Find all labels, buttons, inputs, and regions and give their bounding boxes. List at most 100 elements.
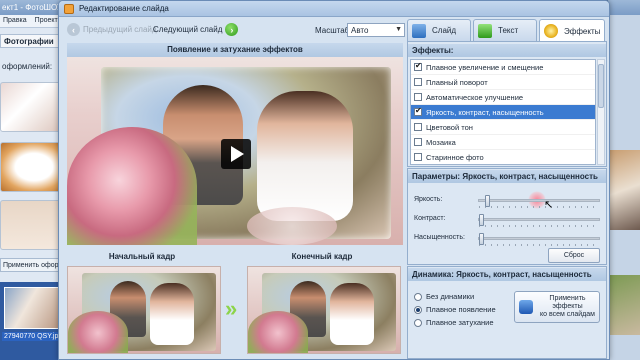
slide-preview[interactable] bbox=[67, 57, 403, 245]
end-frame-thumbnail[interactable] bbox=[247, 266, 401, 354]
parameters-panel: Параметры: Яркость, контраст, насыщеннос… bbox=[407, 168, 607, 265]
dialog-titlebar[interactable]: Редактирование слайда bbox=[59, 1, 609, 17]
start-frame-thumbnail[interactable] bbox=[67, 266, 221, 354]
tab-slide[interactable]: Слайд bbox=[407, 19, 471, 41]
flower-decoration bbox=[247, 207, 337, 245]
effect-checkbox[interactable] bbox=[414, 93, 422, 101]
apply-all-icon bbox=[519, 300, 533, 314]
effect-item-brightness-contrast[interactable]: Яркость, контраст, насыщенность bbox=[411, 105, 595, 120]
effect-item-mosaic[interactable]: Мозаика bbox=[411, 135, 595, 150]
previous-slide-label: Предыдущий слайд bbox=[83, 25, 157, 34]
edit-slide-dialog: Редактирование слайда ‹ Предыдущий слайд… bbox=[58, 0, 610, 360]
dynamics-header: Динамика: Яркость, контраст, насыщенност… bbox=[408, 268, 606, 281]
chevron-down-icon: ▼ bbox=[395, 26, 402, 33]
effect-label: Плавное увеличение и смещение bbox=[426, 62, 544, 72]
effect-item-hue[interactable]: Цветовой тон bbox=[411, 120, 595, 135]
effect-item-rotate[interactable]: Плавный поворот bbox=[411, 75, 595, 90]
tab-effects[interactable]: Эффекты bbox=[539, 19, 605, 42]
effect-checkbox[interactable] bbox=[414, 106, 422, 116]
flower-decoration bbox=[68, 311, 128, 353]
effects-scrollbar[interactable] bbox=[597, 59, 605, 165]
slider-ticks bbox=[479, 244, 599, 246]
effect-item-zoom-pan[interactable]: Плавное увеличение и смещение bbox=[411, 60, 595, 75]
dialog-tabs: Слайд Текст Эффекты bbox=[407, 19, 607, 42]
effect-label: Автоматическое улучшение bbox=[426, 92, 524, 102]
tab-text[interactable]: Текст bbox=[473, 19, 537, 41]
effects-list: Плавное увеличение и смещение Плавный по… bbox=[410, 59, 596, 165]
background-photo bbox=[608, 150, 640, 230]
start-frame-label: Начальный кадр bbox=[108, 252, 176, 261]
photo-bride bbox=[150, 283, 194, 345]
tab-text-label: Текст bbox=[498, 26, 519, 35]
parameters-header: Параметры: Яркость, контраст, насыщеннос… bbox=[408, 170, 606, 183]
effect-checkbox[interactable] bbox=[414, 153, 422, 161]
effect-checkbox[interactable] bbox=[414, 138, 422, 146]
text-icon bbox=[478, 23, 492, 38]
preview-toolbar: ‹ Предыдущий слайд Следующий слайд › Мас… bbox=[63, 19, 405, 41]
end-frame-label: Конечный кадр bbox=[291, 252, 353, 261]
background-titlebar-edge bbox=[608, 0, 640, 15]
arrow-right-icon: › bbox=[225, 23, 239, 36]
dynamics-option-fade-in[interactable]: Плавное появление bbox=[414, 305, 496, 314]
styles-label: оформлений: bbox=[2, 62, 53, 71]
zoom-select[interactable]: Авто ▼ bbox=[347, 23, 405, 37]
slider-thumb[interactable] bbox=[479, 233, 484, 245]
play-icon[interactable] bbox=[221, 139, 251, 169]
background-app-right-edge bbox=[608, 0, 640, 360]
radio-button[interactable] bbox=[414, 318, 422, 327]
zoom-value: Авто bbox=[351, 26, 369, 35]
tab-effects-label: Эффекты bbox=[564, 26, 601, 36]
mouse-cursor-icon: ↖ bbox=[544, 198, 554, 211]
app-icon bbox=[64, 4, 74, 14]
contrast-slider[interactable] bbox=[478, 214, 600, 227]
slide-icon bbox=[412, 23, 426, 38]
dynamics-option-label: Плавное затухание bbox=[426, 318, 494, 327]
effect-checkbox[interactable] bbox=[414, 78, 422, 86]
effect-checkbox[interactable] bbox=[414, 123, 422, 131]
effect-checkbox[interactable] bbox=[414, 61, 422, 71]
photo-bride bbox=[330, 283, 374, 345]
radio-button[interactable] bbox=[414, 292, 422, 301]
slider-thumb[interactable] bbox=[479, 214, 484, 226]
contrast-label: Контраст: bbox=[414, 215, 446, 222]
flower-decoration bbox=[67, 127, 197, 245]
effects-header: Эффекты: bbox=[408, 44, 606, 57]
dynamics-option-fade-out[interactable]: Плавное затухание bbox=[414, 318, 494, 327]
dynamics-option-label: Без динамики bbox=[426, 292, 475, 301]
scrollbar-thumb[interactable] bbox=[598, 64, 604, 108]
radio-button[interactable] bbox=[414, 305, 422, 314]
brightness-label: Яркость: bbox=[414, 196, 443, 203]
effect-item-auto-enhance[interactable]: Автоматическое улучшение bbox=[411, 90, 595, 105]
dialog-title: Редактирование слайда bbox=[79, 4, 169, 13]
dynamics-option-none[interactable]: Без динамики bbox=[414, 292, 474, 301]
slider-thumb[interactable] bbox=[484, 195, 490, 207]
sparkle-icon bbox=[544, 24, 558, 38]
effect-label: Плавный поворот bbox=[426, 77, 488, 87]
effect-item-vintage[interactable]: Старинное фото bbox=[411, 150, 595, 164]
slider-ticks bbox=[479, 206, 599, 208]
menu-item-project[interactable]: Проект bbox=[35, 17, 58, 24]
background-photo bbox=[608, 275, 640, 335]
effects-panel: Эффекты: Плавное увеличение и смещение П… bbox=[407, 41, 607, 167]
apply-effects-to-all-label: Применить эффекты ко всем слайдам bbox=[540, 295, 595, 318]
saturation-label: Насыщенность: bbox=[414, 234, 465, 241]
menu-item-edit[interactable]: Правка bbox=[3, 17, 27, 24]
previous-slide-button[interactable]: ‹ Предыдущий слайд bbox=[67, 22, 157, 37]
double-arrow-right-icon: » bbox=[225, 296, 238, 321]
zoom-label: Масштаб: bbox=[315, 26, 352, 35]
saturation-slider[interactable] bbox=[478, 233, 600, 246]
filmstrip-thumbnail[interactable] bbox=[4, 287, 64, 329]
next-slide-label: Следующий слайд bbox=[153, 25, 223, 34]
reset-button[interactable]: Сброс bbox=[548, 248, 600, 263]
photo-bride bbox=[257, 91, 353, 221]
effect-label: Старинное фото bbox=[426, 152, 484, 162]
arrow-left-icon: ‹ bbox=[67, 23, 80, 36]
next-slide-button[interactable]: Следующий слайд › bbox=[153, 22, 239, 37]
flower-decoration bbox=[248, 311, 308, 353]
brightness-slider[interactable] bbox=[478, 195, 600, 208]
slider-ticks bbox=[479, 225, 599, 227]
effect-label: Яркость, контраст, насыщенность bbox=[426, 107, 544, 117]
effect-label: Мозаика bbox=[426, 137, 456, 147]
apply-effects-to-all-button[interactable]: Применить эффекты ко всем слайдам bbox=[514, 291, 600, 323]
effect-label: Цветовой тон bbox=[426, 122, 473, 132]
